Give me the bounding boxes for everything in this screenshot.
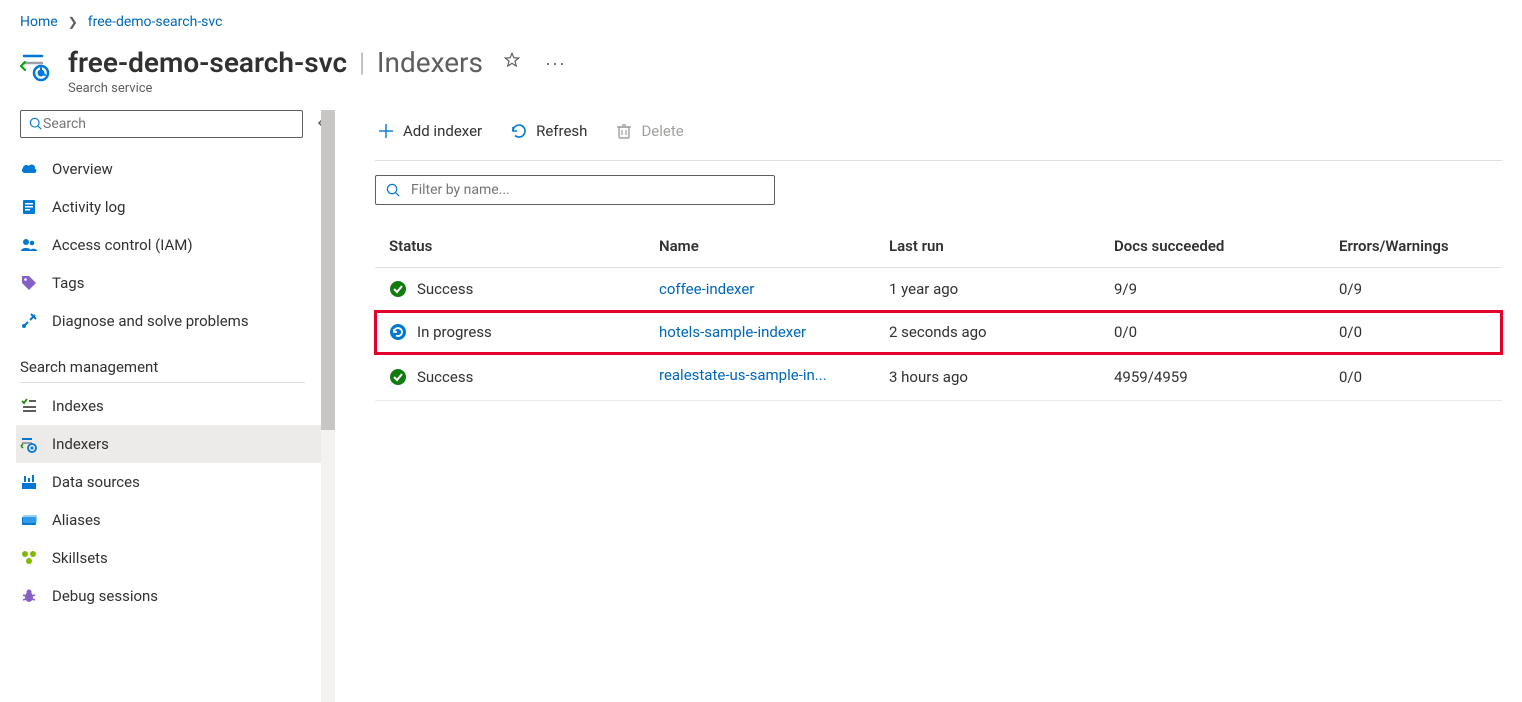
toolbar-label: Add indexer <box>403 122 482 140</box>
sidebar-item-label: Skillsets <box>52 549 108 567</box>
sidebar-item-diagnose[interactable]: Diagnose and solve problems <box>16 302 335 340</box>
title-separator: | <box>359 48 365 78</box>
table-header: Status Name Last run Docs succeeded Erro… <box>375 225 1502 268</box>
sidebar-item-label: Aliases <box>52 511 101 529</box>
alias-icon <box>20 511 38 529</box>
column-header-last-run[interactable]: Last run <box>889 237 1114 255</box>
search-service-icon <box>20 50 54 84</box>
sidebar-item-data-sources[interactable]: Data sources <box>16 463 335 501</box>
sidebar-search-input[interactable] <box>43 116 294 132</box>
breadcrumb-home[interactable]: Home <box>20 14 58 30</box>
indexer-icon <box>20 435 38 453</box>
in-progress-icon <box>389 323 407 341</box>
column-header-errors[interactable]: Errors/Warnings <box>1339 237 1488 255</box>
success-icon <box>389 368 407 386</box>
sidebar-section-title: Search management <box>20 340 305 383</box>
database-icon <box>20 473 38 491</box>
status-text: Success <box>417 280 473 298</box>
main-content: Add indexer Refresh Delete Status Name <box>335 110 1522 702</box>
column-header-status[interactable]: Status <box>389 237 659 255</box>
status-text: In progress <box>417 323 492 341</box>
add-indexer-button[interactable]: Add indexer <box>375 118 484 144</box>
sidebar: Overview Activity log Access control (IA… <box>0 110 335 702</box>
skillset-icon <box>20 549 38 567</box>
sidebar-item-debug-sessions[interactable]: Debug sessions <box>16 577 335 615</box>
sidebar-item-skillsets[interactable]: Skillsets <box>16 539 335 577</box>
table-row[interactable]: In progress hotels-sample-indexer 2 seco… <box>375 311 1502 354</box>
sidebar-item-label: Diagnose and solve problems <box>52 312 249 330</box>
refresh-icon <box>510 122 528 140</box>
page-header: free-demo-search-svc | Indexers ··· Sear… <box>0 40 1522 110</box>
sidebar-item-label: Indexers <box>52 435 109 453</box>
scrollbar-thumb[interactable] <box>321 110 335 430</box>
docs-text: 0/0 <box>1114 323 1339 341</box>
sidebar-item-label: Overview <box>52 160 113 178</box>
chevron-right-icon: ❯ <box>68 15 78 29</box>
errors-text: 0/9 <box>1339 280 1488 298</box>
breadcrumb-current[interactable]: free-demo-search-svc <box>88 14 223 30</box>
sidebar-item-overview[interactable]: Overview <box>16 150 335 188</box>
sidebar-nav-management: Indexes Indexers Data sources Aliases <box>20 387 335 615</box>
toolbar-label: Delete <box>641 122 683 140</box>
log-icon <box>20 198 38 216</box>
breadcrumb: Home ❯ free-demo-search-svc <box>0 0 1522 40</box>
sidebar-item-tags[interactable]: Tags <box>16 264 335 302</box>
favorite-button[interactable] <box>499 47 525 78</box>
errors-text: 0/0 <box>1339 368 1488 386</box>
sidebar-item-activity-log[interactable]: Activity log <box>16 188 335 226</box>
indexer-link[interactable]: realestate-us-sample-in... <box>659 366 827 384</box>
more-button[interactable]: ··· <box>541 54 570 72</box>
column-header-name[interactable]: Name <box>659 237 889 255</box>
sidebar-search[interactable] <box>20 110 303 138</box>
column-header-docs[interactable]: Docs succeeded <box>1114 237 1339 255</box>
search-icon <box>29 117 43 131</box>
page-section: Indexers <box>377 46 483 79</box>
table-row[interactable]: Success coffee-indexer 1 year ago 9/9 0/… <box>375 268 1502 311</box>
sidebar-item-label: Data sources <box>52 473 140 491</box>
plus-icon <box>377 122 395 140</box>
filter-input[interactable] <box>411 182 764 198</box>
errors-text: 0/0 <box>1339 323 1488 341</box>
last-run-text: 1 year ago <box>889 280 1114 298</box>
resource-type-label: Search service <box>68 81 570 96</box>
tools-icon <box>20 312 38 330</box>
list-check-icon <box>20 397 38 415</box>
page-title: free-demo-search-svc <box>68 46 347 79</box>
tag-icon <box>20 274 38 292</box>
status-text: Success <box>417 368 473 386</box>
table-row[interactable]: Success realestate-us-sample-in... 3 hou… <box>375 354 1502 401</box>
sidebar-scrollbar[interactable] <box>321 110 335 702</box>
sidebar-item-label: Access control (IAM) <box>52 236 193 254</box>
people-icon <box>20 236 38 254</box>
sidebar-item-label: Activity log <box>52 198 125 216</box>
indexers-table: Status Name Last run Docs succeeded Erro… <box>375 225 1502 401</box>
search-icon <box>386 183 401 198</box>
bug-icon <box>20 587 38 605</box>
cloud-icon <box>20 160 38 178</box>
sidebar-item-indexers[interactable]: Indexers <box>16 425 335 463</box>
filter-box[interactable] <box>375 175 775 205</box>
trash-icon <box>615 122 633 140</box>
toolbar: Add indexer Refresh Delete <box>375 110 1502 161</box>
sidebar-item-indexes[interactable]: Indexes <box>16 387 335 425</box>
delete-button: Delete <box>613 118 685 144</box>
sidebar-item-label: Debug sessions <box>52 587 158 605</box>
refresh-button[interactable]: Refresh <box>508 118 589 144</box>
sidebar-item-aliases[interactable]: Aliases <box>16 501 335 539</box>
docs-text: 4959/4959 <box>1114 368 1339 386</box>
indexer-link[interactable]: hotels-sample-indexer <box>659 323 806 341</box>
sidebar-nav: Overview Activity log Access control (IA… <box>20 150 335 340</box>
sidebar-item-label: Indexes <box>52 397 104 415</box>
last-run-text: 2 seconds ago <box>889 323 1114 341</box>
indexer-link[interactable]: coffee-indexer <box>659 280 754 298</box>
sidebar-item-label: Tags <box>52 274 84 292</box>
toolbar-label: Refresh <box>536 122 587 140</box>
last-run-text: 3 hours ago <box>889 368 1114 386</box>
sidebar-item-access-control[interactable]: Access control (IAM) <box>16 226 335 264</box>
success-icon <box>389 280 407 298</box>
docs-text: 9/9 <box>1114 280 1339 298</box>
